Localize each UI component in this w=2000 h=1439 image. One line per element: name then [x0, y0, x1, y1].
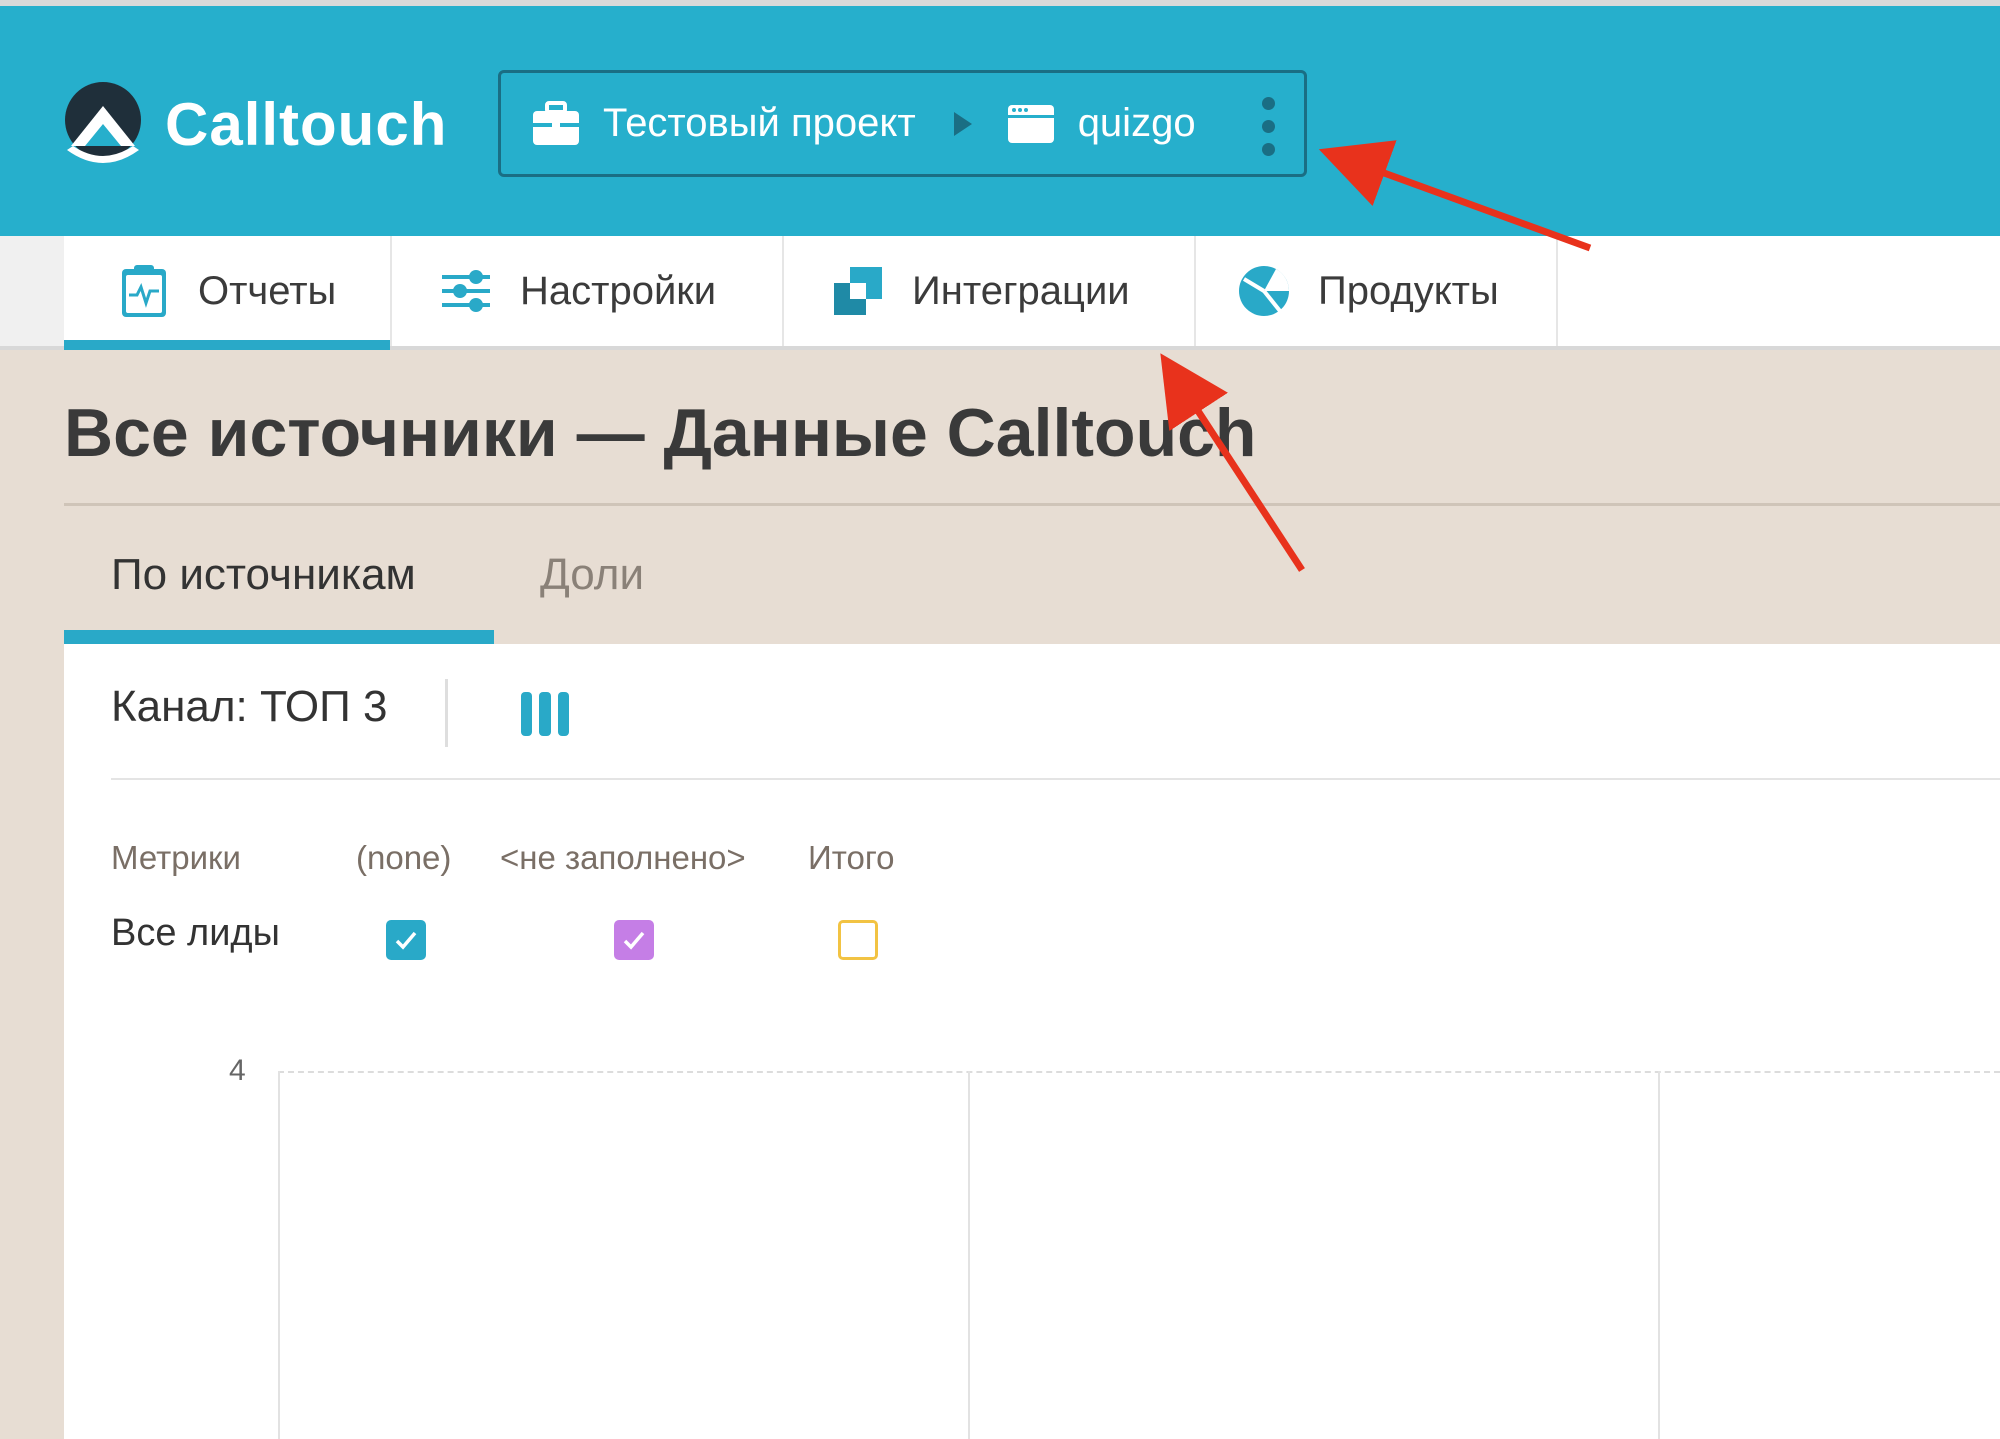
briefcase-icon — [533, 100, 579, 145]
metrics-column-total: Итого — [808, 839, 895, 876]
sliders-icon — [442, 270, 490, 312]
nav-label-integrations: Интеграции — [912, 268, 1130, 313]
nav-left-gutter — [0, 236, 64, 346]
toolbar-divider — [445, 679, 448, 747]
nav-item-settings[interactable]: Настройки — [392, 236, 784, 346]
checkbox-total-all-leads[interactable] — [838, 920, 878, 960]
main-nav: Отчеты Настройки Интеграции Продукты — [0, 236, 2000, 350]
nav-item-products[interactable]: Продукты — [1196, 236, 1558, 346]
nav-item-integrations[interactable]: Интеграции — [784, 236, 1196, 346]
tab-shares[interactable]: Доли — [540, 506, 740, 644]
y-axis-tick-top: 4 — [229, 1054, 246, 1087]
report-content: Канал: ТОП 3 Метрики (none) <не заполнен… — [64, 644, 2000, 1439]
calltouch-logo-icon — [65, 82, 141, 163]
chart-vertical-line — [968, 1071, 970, 1439]
metrics-header-label: Метрики — [111, 839, 241, 876]
products-pie-icon — [1239, 266, 1290, 316]
brand-logo[interactable]: Calltouch — [63, 76, 447, 172]
columns-icon[interactable] — [521, 692, 569, 736]
checkmark-icon — [623, 931, 645, 950]
browser-window-icon — [1007, 104, 1054, 143]
tab-label: По источникам — [111, 550, 416, 599]
metrics-column-not-filled: <не заполнено> — [500, 839, 746, 876]
nav-item-reports[interactable]: Отчеты — [64, 236, 392, 350]
metrics-row-all-leads: Все лиды — [111, 912, 280, 954]
nav-label-settings: Настройки — [520, 268, 717, 313]
toolbar-divider-horizontal — [111, 778, 2000, 780]
chart-area — [278, 1071, 2000, 1439]
nav-label-reports: Отчеты — [198, 268, 337, 313]
breadcrumb-project[interactable]: Тестовый проект — [603, 101, 916, 146]
checkbox-none-all-leads[interactable] — [386, 920, 426, 960]
report-tabs: По источникам Доли — [64, 506, 2000, 644]
app-header: Calltouch Тестовый проект quizgo — [0, 6, 2000, 236]
breadcrumb-separator-icon — [953, 111, 972, 136]
brand-name: Calltouch — [165, 90, 448, 158]
nav-label-products: Продукты — [1318, 268, 1499, 313]
more-vertical-icon[interactable] — [1262, 97, 1276, 156]
breadcrumb-site[interactable]: quizgo — [1078, 101, 1196, 146]
chart-vertical-line — [1658, 1071, 1660, 1439]
checkmark-icon — [395, 931, 417, 950]
project-breadcrumb[interactable]: Тестовый проект quizgo — [498, 70, 1307, 177]
chart-gridline — [278, 1071, 2000, 1073]
channel-selector[interactable]: Канал: ТОП 3 — [111, 682, 387, 732]
report-clipboard-icon — [122, 265, 166, 317]
checkbox-not-filled-all-leads[interactable] — [614, 920, 654, 960]
integration-squares-icon — [834, 267, 882, 315]
tab-by-sources[interactable]: По источникам — [64, 506, 494, 644]
metrics-column-none: (none) — [356, 839, 452, 876]
page-title: Все источники — Данные Calltouch — [64, 395, 1257, 471]
tab-label: Доли — [540, 550, 645, 599]
chart-vertical-line — [278, 1071, 280, 1439]
